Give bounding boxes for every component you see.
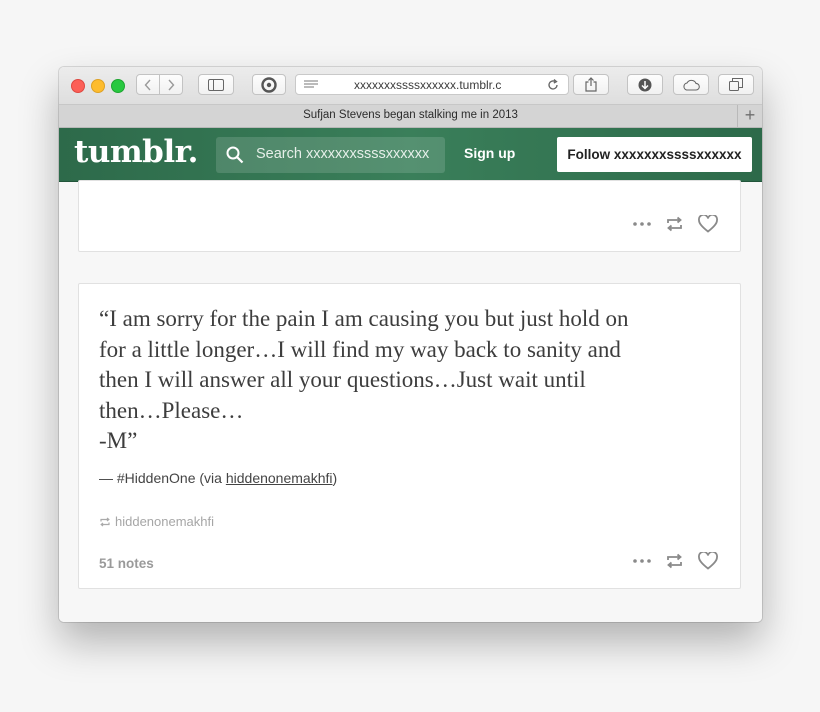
browser-window: xxxxxxxssssxxxxxx.tumblr.c Sufjan Steven… (59, 67, 762, 622)
quote-line: then…Please… (99, 397, 244, 423)
icloud-tabs-button[interactable] (673, 74, 709, 95)
heart-icon[interactable] (698, 215, 718, 233)
source-suffix: ) (332, 470, 338, 486)
minimize-window-button[interactable] (91, 79, 105, 93)
reblogged-from-link[interactable]: hiddenonemakhfi (115, 514, 214, 529)
downloads-button[interactable] (627, 74, 663, 95)
quote-line: -M” (99, 428, 138, 453)
tab-overview-button[interactable] (718, 74, 754, 95)
address-bar[interactable]: xxxxxxxssssxxxxxx.tumblr.c (295, 74, 569, 95)
quote-line: for a little longer…I will find my way b… (99, 336, 621, 362)
reblog-small-icon (100, 517, 110, 526)
source-link[interactable]: hiddenonemakhfi (226, 470, 333, 486)
share-icon (585, 77, 597, 92)
sidebar-icon (208, 78, 224, 91)
zoom-window-button[interactable] (111, 79, 125, 93)
tumblr-logo[interactable]: tumblr. (74, 134, 198, 170)
new-tab-button[interactable]: + (737, 105, 762, 127)
reload-icon[interactable] (547, 79, 559, 91)
more-options-icon[interactable] (633, 559, 651, 563)
tabs-icon (729, 78, 743, 91)
close-window-button[interactable] (71, 79, 85, 93)
search-placeholder: Search xxxxxxxssssxxxxxx (256, 146, 430, 162)
forward-button[interactable] (159, 74, 183, 95)
chevron-left-icon (144, 79, 151, 90)
heart-icon[interactable] (698, 552, 718, 570)
follow-button[interactable]: Follow xxxxxxxssssxxxxxx (557, 137, 752, 172)
tab-bar: Sufjan Stevens began stalking me in 2013… (59, 105, 762, 128)
reblog-icon[interactable] (665, 216, 684, 232)
quote-source: — #HiddenOne (via hiddenonemakhfi) (99, 470, 337, 486)
tumblr-header: tumblr. Search xxxxxxxssssxxxxxx Sign up… (59, 128, 762, 182)
reblogged-from: hiddenonemakhfi (99, 514, 214, 529)
more-options-icon[interactable] (633, 222, 651, 226)
share-button[interactable] (573, 74, 609, 95)
search-icon (226, 146, 244, 164)
post-actions (633, 215, 718, 233)
extension-button[interactable] (252, 74, 286, 95)
quote-text: “I am sorry for the pain I am causing yo… (99, 304, 719, 457)
search-input[interactable]: Search xxxxxxxssssxxxxxx (216, 137, 445, 173)
browser-toolbar: xxxxxxxssssxxxxxx.tumblr.c (59, 67, 762, 105)
address-text: xxxxxxxssssxxxxxx.tumblr.c (354, 78, 502, 92)
reader-icon (304, 80, 318, 88)
notes-count[interactable]: 51 notes (99, 556, 154, 571)
back-button[interactable] (136, 74, 160, 95)
tab-title[interactable]: Sufjan Stevens began stalking me in 2013 (59, 109, 762, 121)
dashboard-content: “I am sorry for the pain I am causing yo… (59, 180, 762, 622)
reblog-icon[interactable] (665, 553, 684, 569)
sidebar-button[interactable] (198, 74, 234, 95)
post-actions (633, 552, 718, 570)
quote-line: then I will answer all your questions…Ju… (99, 367, 586, 392)
source-prefix: — #HiddenOne (via (99, 470, 226, 486)
chevron-right-icon (168, 79, 175, 90)
cloud-icon (683, 79, 700, 91)
quote-post: “I am sorry for the pain I am causing yo… (78, 283, 741, 589)
previous-post (78, 180, 741, 252)
sign-up-link[interactable]: Sign up (464, 145, 515, 161)
download-icon (638, 78, 652, 91)
quote-line: “I am sorry for the pain I am causing yo… (99, 306, 629, 331)
ghostery-icon (261, 76, 277, 93)
